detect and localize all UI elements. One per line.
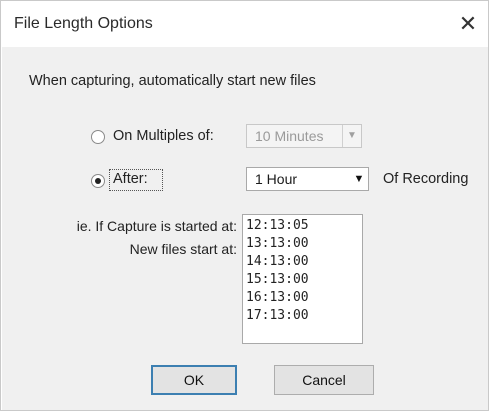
close-icon[interactable]: ✕: [453, 9, 483, 39]
list-item: 17:13:00: [246, 308, 309, 323]
multiples-radio[interactable]: [91, 130, 105, 144]
multiples-combo[interactable]: 10 Minutes ▼: [246, 124, 362, 148]
after-combo[interactable]: 1 Hour ▼: [246, 167, 369, 191]
dialog-content: When capturing, automatically start new …: [2, 47, 488, 410]
list-item: 14:13:00: [246, 254, 309, 269]
title-bar: File Length Options ✕: [1, 1, 488, 47]
times-listbox[interactable]: 12:13:05 13:13:00 14:13:00 15:13:00 16:1…: [242, 214, 363, 344]
list-item: 13:13:00: [246, 236, 309, 251]
after-combo-value: 1 Hour: [255, 171, 298, 187]
of-recording-label: Of Recording: [383, 171, 469, 187]
chevron-down-icon: ▼: [353, 173, 365, 185]
file-length-options-dialog: File Length Options ✕ When capturing, au…: [0, 0, 489, 411]
list-item: 16:13:00: [246, 290, 309, 305]
cancel-button[interactable]: Cancel: [274, 365, 374, 395]
after-radio[interactable]: [91, 174, 105, 188]
ok-button[interactable]: OK: [151, 365, 237, 395]
list-item: 12:13:05: [246, 218, 309, 233]
started-at-label: ie. If Capture is started at:: [76, 218, 237, 234]
multiples-combo-value: 10 Minutes: [255, 128, 324, 144]
dialog-title: File Length Options: [14, 15, 153, 32]
multiples-label: On Multiples of:: [113, 128, 214, 144]
chevron-down-icon: ▼: [342, 125, 361, 147]
intro-text: When capturing, automatically start new …: [29, 73, 316, 89]
after-label: After:: [113, 171, 148, 187]
new-files-label: New files start at:: [129, 241, 237, 257]
list-item: 15:13:00: [246, 272, 309, 287]
